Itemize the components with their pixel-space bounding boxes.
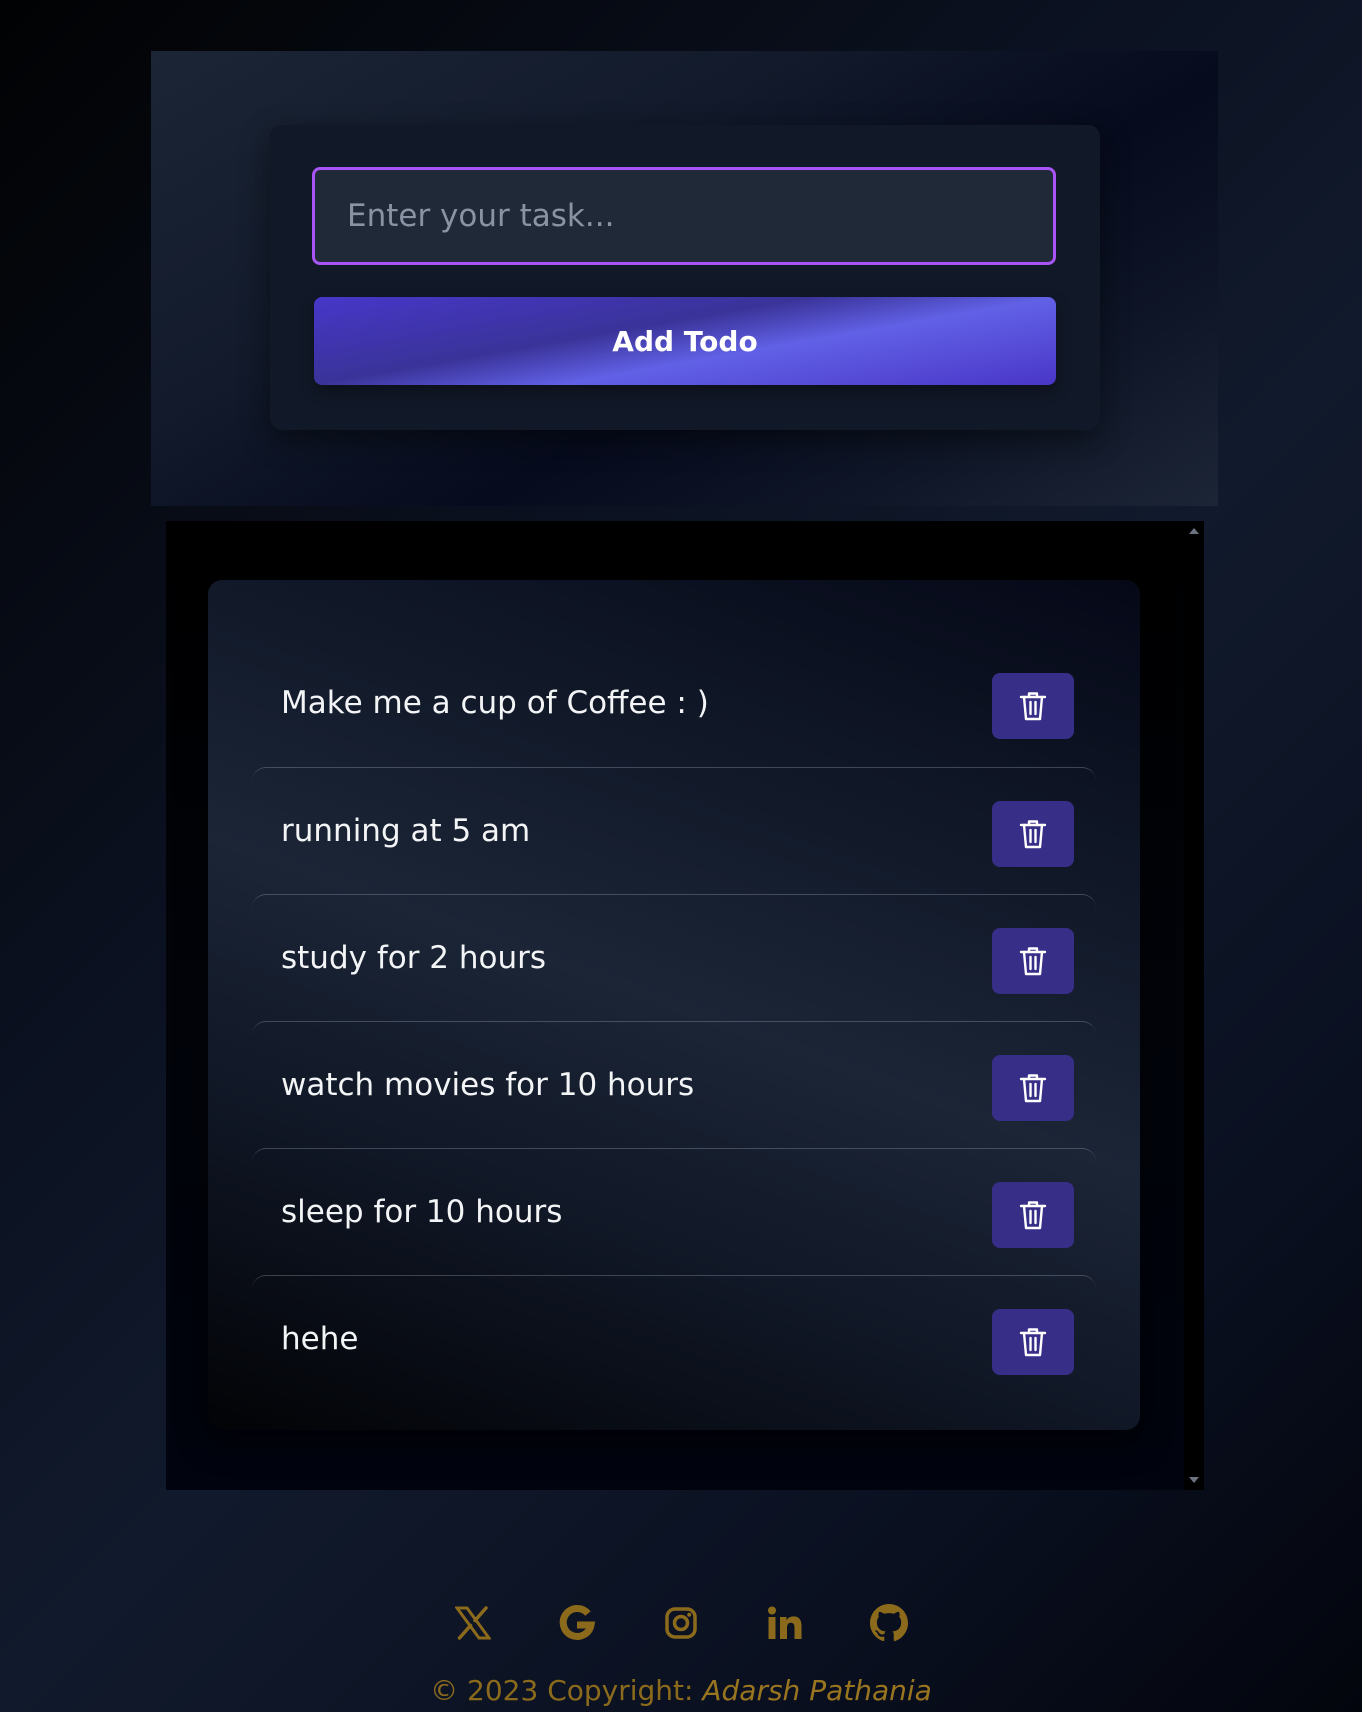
trash-icon (1019, 692, 1047, 721)
todo-text: hehe (281, 1321, 359, 1357)
social-links (0, 1600, 1362, 1646)
task-input[interactable] (312, 167, 1056, 265)
todo-list-card: Make me a cup of Coffee : ) running at 5… (208, 580, 1140, 1430)
author-name[interactable]: Adarsh Pathania (702, 1674, 931, 1707)
trash-icon (1019, 1201, 1047, 1230)
delete-button[interactable] (992, 928, 1074, 994)
delete-button[interactable] (992, 801, 1074, 867)
input-section: Add Todo (151, 51, 1218, 506)
todo-item: hehe (252, 1275, 1096, 1402)
linkedin-icon (768, 1606, 802, 1639)
todo-item: watch movies for 10 hours (252, 1021, 1096, 1148)
input-card: Add Todo (270, 125, 1100, 430)
trash-icon (1019, 947, 1047, 976)
todo-text: sleep for 10 hours (281, 1194, 563, 1230)
github-icon (870, 1604, 908, 1642)
todo-item: running at 5 am (252, 767, 1096, 894)
github-link[interactable] (869, 1600, 909, 1646)
google-icon (559, 1604, 596, 1640)
todo-item: sleep for 10 hours (252, 1148, 1096, 1275)
todo-list: Make me a cup of Coffee : ) running at 5… (252, 640, 1096, 1402)
linkedin-link[interactable] (765, 1600, 805, 1646)
copyright: © 2023 Copyright: Adarsh Pathania (0, 1674, 1362, 1707)
google-link[interactable] (557, 1600, 597, 1646)
todo-item: Make me a cup of Coffee : ) (252, 640, 1096, 767)
instagram-link[interactable] (661, 1600, 701, 1646)
delete-button[interactable] (992, 673, 1074, 739)
todo-item: study for 2 hours (252, 894, 1096, 1021)
trash-icon (1019, 1328, 1047, 1357)
todo-text: watch movies for 10 hours (281, 1067, 695, 1103)
footer: © 2023 Copyright: Adarsh Pathania (0, 1590, 1362, 1712)
trash-icon (1019, 820, 1047, 849)
scroll-up-arrow-icon[interactable] (1189, 528, 1199, 534)
scrollbar[interactable] (1184, 521, 1204, 1490)
todo-scroll-area[interactable]: Make me a cup of Coffee : ) running at 5… (166, 521, 1204, 1490)
add-todo-button[interactable]: Add Todo (314, 297, 1056, 385)
delete-button[interactable] (992, 1309, 1074, 1375)
todo-text: running at 5 am (281, 813, 531, 849)
x-link[interactable] (453, 1600, 493, 1646)
trash-icon (1019, 1074, 1047, 1103)
delete-button[interactable] (992, 1182, 1074, 1248)
scroll-down-arrow-icon[interactable] (1189, 1477, 1199, 1483)
instagram-icon (665, 1607, 697, 1639)
delete-button[interactable] (992, 1055, 1074, 1121)
todo-text: study for 2 hours (281, 940, 547, 976)
copyright-prefix: © 2023 Copyright: (430, 1674, 703, 1707)
x-icon (455, 1606, 491, 1640)
todo-text: Make me a cup of Coffee : ) (281, 685, 709, 721)
